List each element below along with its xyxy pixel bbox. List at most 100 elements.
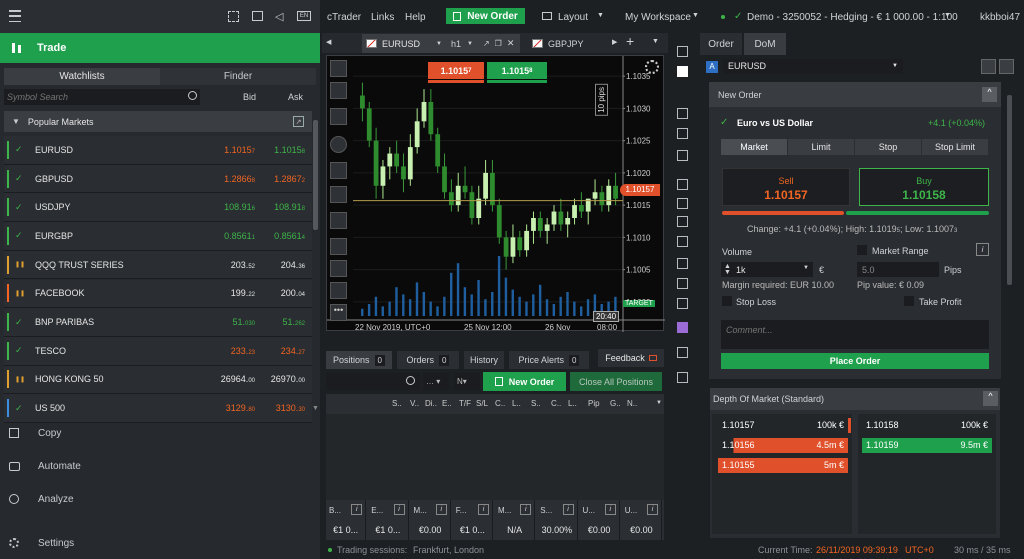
timeframe[interactable]: h1	[451, 39, 461, 49]
indicator-icon[interactable]	[330, 108, 347, 125]
positions-new-order-button[interactable]: New Order	[483, 372, 566, 391]
info-icon[interactable]: i	[562, 504, 574, 515]
gear-icon[interactable]	[999, 59, 1014, 74]
order-type-stop-limit[interactable]: Stop Limit	[922, 139, 988, 155]
row-bid[interactable]: 3129.80	[185, 403, 255, 413]
watchlist-scrollbar[interactable]	[313, 120, 318, 230]
chevron-down-icon[interactable]: ▼	[467, 41, 473, 47]
row-bid[interactable]: 26964.00	[185, 374, 255, 384]
stop-loss-checkbox[interactable]	[722, 296, 732, 306]
camera-icon[interactable]	[677, 347, 688, 358]
positions-col[interactable]: T/F	[459, 399, 471, 408]
positions-col[interactable]: N..	[627, 399, 637, 408]
tab-finder[interactable]: Finder	[160, 68, 316, 85]
trendline-icon[interactable]	[677, 179, 688, 190]
new-order-header[interactable]: New Order ^	[709, 82, 1001, 107]
row-bid[interactable]: 203.52	[185, 260, 255, 270]
search-icon[interactable]	[406, 376, 415, 385]
row-ask[interactable]: 0.85614	[255, 231, 305, 241]
chart-area[interactable]: 1.1035 1.1030 1.1025 1.1020 1.1015 1.1010 1.10…	[326, 55, 665, 332]
info-icon[interactable]: i	[393, 504, 405, 515]
menu-ctrader[interactable]: cTrader	[327, 12, 361, 23]
tab-orders[interactable]: Orders 0	[397, 351, 459, 369]
account-info[interactable]: Demo - 3250052 - Hedging - € 1 000.00 - …	[747, 12, 958, 23]
workspace-dropdown[interactable]: My Workspace	[625, 12, 691, 23]
tab-price-alerts[interactable]: Price Alerts 0	[509, 351, 589, 369]
dom-buy-row[interactable]: 1.10158 100k €	[862, 418, 992, 433]
tabs-left-arrow[interactable]: ◀	[326, 38, 331, 46]
watchlist-row[interactable]: ✓ US 500 3129.80 3130.30	[4, 394, 312, 423]
watchlist-group-header[interactable]: ▼ Popular Markets ↗	[4, 111, 312, 132]
lang-icon[interactable]: EN	[297, 11, 311, 21]
search-icon[interactable]	[188, 91, 197, 100]
grid-icon[interactable]	[677, 46, 688, 57]
sound-icon[interactable]: ◁	[275, 10, 283, 23]
crosshair-icon[interactable]	[677, 128, 688, 139]
positions-col[interactable]: S..	[531, 399, 541, 408]
positions-col[interactable]: S..	[392, 399, 402, 408]
color-icon[interactable]	[677, 322, 688, 333]
row-bid[interactable]: 1.10157	[185, 145, 255, 155]
watchlist-row[interactable]: ✓ TESCO 233.23 234.27	[4, 336, 312, 366]
tab-history[interactable]: History	[464, 351, 504, 369]
dom-sell-row[interactable]: 1.10156 4.5m €	[718, 438, 848, 453]
menu-links[interactable]: Links	[371, 12, 394, 23]
row-bid[interactable]: 199.22	[185, 288, 255, 298]
dom-sell-row[interactable]: 1.10155 5m €	[718, 458, 848, 473]
comment-input[interactable]	[721, 320, 989, 349]
tabs-right-arrow[interactable]: ▶	[612, 38, 617, 46]
info-icon[interactable]: i	[435, 504, 447, 515]
order-type-stop[interactable]: Stop	[855, 139, 921, 155]
ellipse-icon[interactable]	[677, 278, 688, 289]
nav-analyze[interactable]: Analyze	[0, 488, 320, 510]
menu-help[interactable]: Help	[405, 12, 426, 23]
square-icon[interactable]	[677, 66, 688, 77]
pattern-icon[interactable]	[677, 236, 688, 247]
chevron-down-icon[interactable]: ▼	[652, 38, 659, 45]
chart-icon[interactable]	[981, 59, 996, 74]
row-ask[interactable]: 1.28672	[255, 174, 305, 184]
row-bid[interactable]: 233.23	[185, 346, 255, 356]
take-profit-checkbox[interactable]	[904, 296, 914, 306]
timezone[interactable]: UTC+0	[905, 545, 934, 555]
positions-col[interactable]: L..	[512, 399, 521, 408]
positions-col[interactable]: G..	[610, 399, 621, 408]
col-ask[interactable]: Ask	[288, 92, 303, 102]
positions-col[interactable]: Di..	[425, 399, 437, 408]
chart-settings-icon[interactable]	[645, 60, 659, 74]
more-icon[interactable]: •••	[330, 304, 347, 321]
nav-copy[interactable]: Copy	[0, 422, 320, 444]
scroll-down-icon[interactable]: ▼	[312, 405, 319, 412]
nav-settings[interactable]: Settings	[0, 532, 320, 554]
row-ask[interactable]: 108.918	[255, 202, 305, 212]
row-bid[interactable]: 51.030	[185, 317, 255, 327]
watchlist-row[interactable]: ✓ EURUSD 1.10157 1.10158	[4, 136, 312, 165]
positions-filter-dropdown[interactable]: … ▾	[423, 373, 449, 390]
volume-stepper[interactable]: ▲ ▼ 1k ▼	[721, 262, 813, 277]
sell-button[interactable]: Sell 1.10157	[722, 168, 850, 206]
menu-icon[interactable]	[8, 10, 22, 22]
row-ask[interactable]: 200.04	[255, 288, 305, 298]
watchlist-row[interactable]: ✓ USDJPY 108.916 108.918	[4, 193, 312, 223]
row-ask[interactable]: 26970.00	[255, 374, 305, 384]
tab-order[interactable]: Order	[700, 33, 742, 55]
order-type-limit[interactable]: Limit	[788, 139, 854, 155]
info-icon[interactable]: i	[604, 504, 616, 515]
positions-col[interactable]: E..	[442, 399, 452, 408]
timeframe-m5-icon[interactable]	[330, 260, 347, 277]
buy-button[interactable]: Buy 1.10158	[859, 168, 989, 206]
symbol-search-input[interactable]	[4, 89, 200, 105]
layout-dropdown[interactable]: Layout	[558, 12, 588, 23]
detach-icon[interactable]: ↗	[483, 39, 490, 48]
positions-col[interactable]: C..	[495, 399, 505, 408]
col-bid[interactable]: Bid	[243, 92, 256, 102]
watchlist-row[interactable]: ✓ EURGBP 0.85611 0.85614	[4, 222, 312, 251]
tab-dom[interactable]: DoM	[744, 33, 786, 55]
dom-header[interactable]: Depth Of Market (Standard) ^	[710, 388, 1000, 410]
nav-automate[interactable]: Automate	[0, 455, 320, 477]
positions-col[interactable]: V..	[410, 399, 419, 408]
window-icon[interactable]	[252, 11, 263, 21]
watchlist-row[interactable]: ❚❚ HONG KONG 50 26964.00 26970.00	[4, 365, 312, 395]
info-icon[interactable]: i	[478, 504, 489, 515]
positions-col[interactable]: L..	[568, 399, 577, 408]
